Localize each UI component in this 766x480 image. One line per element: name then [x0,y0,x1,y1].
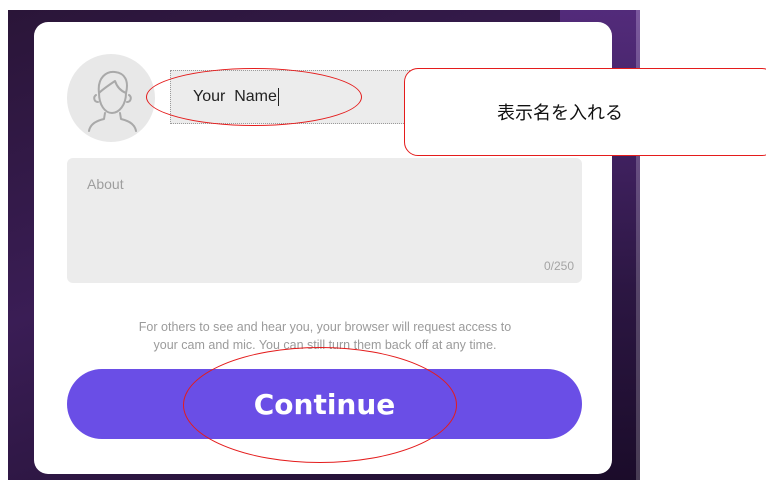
continue-button[interactable]: Continue [67,369,582,439]
annotation-callout: 表示名を入れる [404,68,766,156]
about-character-counter: 0/250 [543,259,574,273]
avatar[interactable] [67,54,155,142]
about-placeholder: About [87,176,124,192]
person-icon [88,70,137,132]
text-caret [277,88,279,106]
display-name-value: Your Name [193,88,277,105]
notice-line-1: For others to see and hear you, your bro… [138,320,512,334]
about-textarea[interactable]: About 0/250 [67,158,582,283]
permission-notice: For others to see and hear you, your bro… [60,318,590,354]
callout-text: 表示名を入れる [497,103,623,124]
notice-line-2: your cam and mic. You can still turn the… [153,338,497,352]
